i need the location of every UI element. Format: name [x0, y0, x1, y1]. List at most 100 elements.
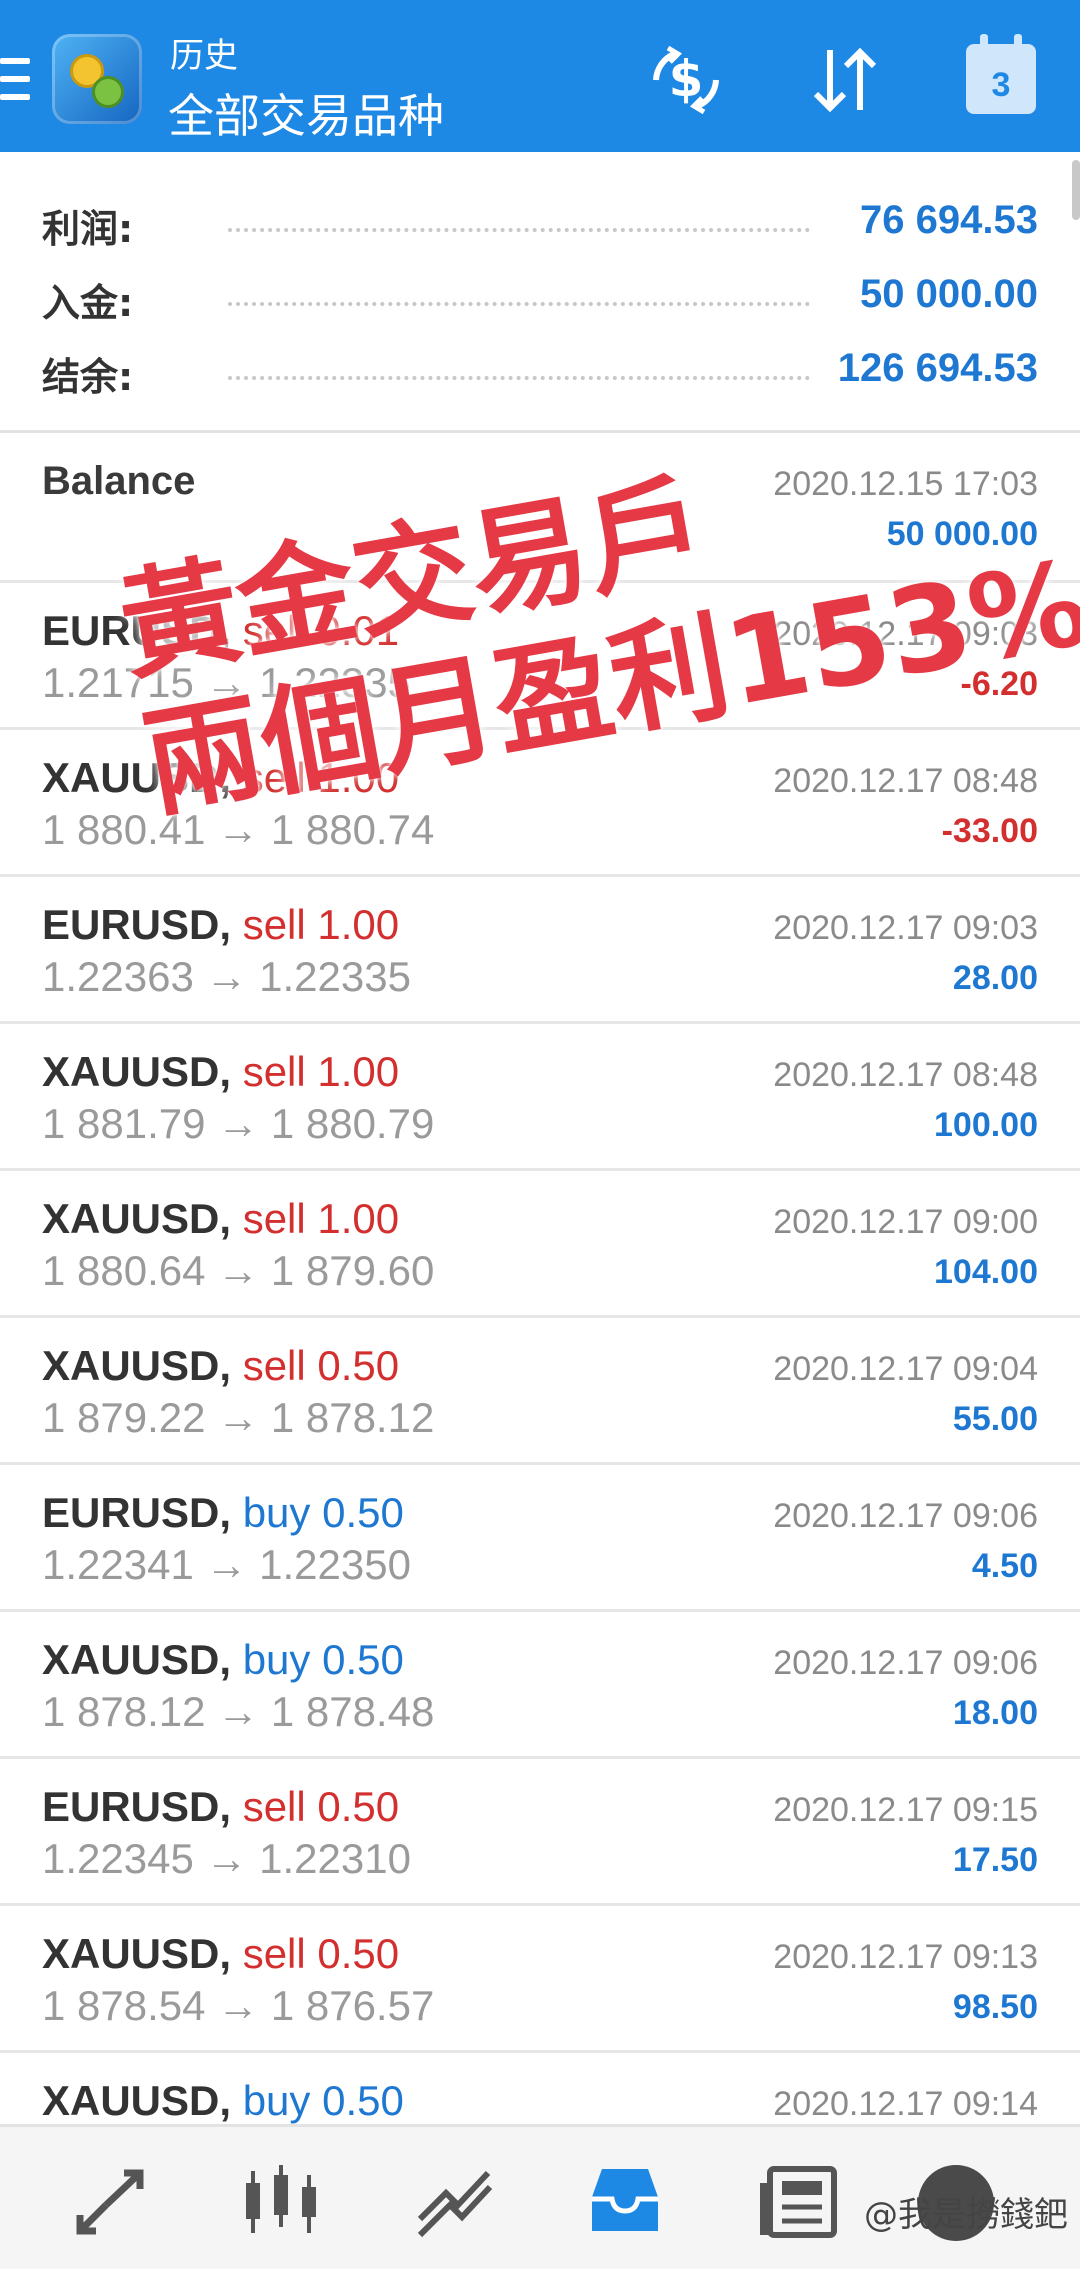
quotes-icon[interactable] [66, 2157, 156, 2247]
trade-symbol-text: EURUSD, [42, 901, 232, 948]
trade-profit: 17.50 [952, 1841, 1038, 1879]
trade-prices: 1 881.79 → 1 880.79 [42, 1100, 435, 1147]
dotted-leader [228, 302, 810, 306]
trade-list: EURUSD, sell 0.01 1.21715 → 1.22335 2020.1… [0, 580, 1080, 2197]
trade-prices: 1.22341 → 1.22350 [42, 1541, 411, 1588]
trade-prices: 1 878.54 → 1 876.57 [42, 1982, 435, 2029]
trade-datetime: 2020.12.17 09:04 [773, 1350, 1038, 1388]
trade-side: buy 0.50 [242, 2077, 404, 2124]
deposit-value: 50 000.00 [860, 272, 1038, 316]
trade-symbol-text: EURUSD, [42, 607, 232, 654]
summary-panel: 利润: 76 694.53 入金: 50 000.00 结余: 126 694.… [0, 152, 1080, 430]
trade-symbol: EURUSD, sell 0.50 [42, 1783, 399, 1831]
menu-icon[interactable] [0, 58, 30, 102]
trade-profit: 104.00 [934, 1253, 1038, 1291]
trade-row[interactable]: XAUUSD, sell 0.50 1 878.54 → 1 876.57 2020… [0, 1903, 1080, 2050]
app-header: 历史 全部交易品种 $ 3 [0, 0, 1080, 152]
trade-symbol-text: XAUUSD, [42, 1048, 232, 1095]
trade-profit: -6.20 [960, 665, 1039, 703]
trade-icon[interactable] [410, 2157, 500, 2247]
trade-symbol: EURUSD, sell 1.00 [42, 901, 399, 949]
trade-symbol: EURUSD, sell 0.01 [42, 607, 399, 655]
trade-prices: 1 878.12 → 1 878.48 [42, 1688, 435, 1735]
chart-icon[interactable] [236, 2157, 326, 2247]
trade-profit: 55.00 [952, 1400, 1038, 1438]
sort-icon[interactable] [804, 40, 884, 120]
currency-exchange-icon[interactable]: $ [646, 40, 726, 120]
trade-datetime: 2020.12.17 08:48 [773, 762, 1038, 800]
trade-row[interactable]: EURUSD, buy 0.50 1.22341 → 1.22350 2020.12… [0, 1462, 1080, 1609]
trade-prices: 1 879.22 → 1 878.12 [42, 1394, 435, 1441]
balance-entry-label: Balance [42, 459, 196, 503]
trade-row[interactable]: XAUUSD, sell 1.00 1 880.41 → 1 880.74 2020… [0, 727, 1080, 874]
trade-profit: -33.00 [941, 812, 1038, 850]
trade-symbol: XAUUSD, sell 0.50 [42, 1930, 399, 1978]
bottom-nav: @我是撈錢鈀 [0, 2124, 1080, 2269]
history-icon[interactable] [580, 2157, 670, 2247]
trade-side: sell 1.00 [242, 754, 400, 801]
profit-row: 利润: 76 694.53 [0, 192, 1080, 252]
trade-prices: 1.21715 → 1.22335 [42, 659, 411, 706]
trade-profit: 4.50 [971, 1547, 1038, 1585]
trade-symbol: EURUSD, buy 0.50 [42, 1489, 404, 1537]
trade-prices: 1 880.41 → 1 880.74 [42, 806, 435, 853]
balance-entry-amount: 50 000.00 [886, 515, 1038, 553]
trade-symbol-text: XAUUSD, [42, 1195, 232, 1242]
app-logo-icon [52, 34, 142, 124]
trade-datetime: 2020.12.17 09:03 [773, 615, 1038, 653]
trade-profit: 18.00 [952, 1694, 1038, 1732]
trade-row[interactable]: EURUSD, sell 0.50 1.22345 → 1.22310 2020.1… [0, 1756, 1080, 1903]
trade-datetime: 2020.12.17 08:48 [773, 1056, 1038, 1094]
header-title[interactable]: 全部交易品种 [168, 80, 444, 146]
dotted-leader [228, 376, 810, 380]
trade-symbol: XAUUSD, sell 0.50 [42, 1342, 399, 1390]
deposit-row: 入金: 50 000.00 [0, 266, 1080, 326]
balance-entry[interactable]: Balance 2020.12.15 17:03 50 000.00 [0, 433, 1080, 580]
dotted-leader [228, 228, 810, 232]
trade-row[interactable]: XAUUSD, buy 0.50 1 878.12 → 1 878.48 2020.… [0, 1609, 1080, 1756]
trade-profit: 100.00 [934, 1106, 1038, 1144]
watermark-text: @我是撈錢鈀 [864, 2195, 1068, 2235]
deposit-label: 入金: [42, 281, 134, 325]
trade-datetime: 2020.12.17 09:06 [773, 1497, 1038, 1535]
balance-summary-row: 结余: 126 694.53 [0, 340, 1080, 400]
trade-side: sell 0.50 [242, 1930, 400, 1977]
trade-symbol-text: XAUUSD, [42, 2077, 232, 2124]
trade-row[interactable]: XAUUSD, sell 0.50 1 879.22 → 1 878.12 2020… [0, 1315, 1080, 1462]
trade-symbol: XAUUSD, buy 0.50 [42, 1636, 404, 1684]
trade-symbol-text: EURUSD, [42, 1783, 232, 1830]
trade-symbol-text: XAUUSD, [42, 1636, 232, 1683]
trade-row[interactable]: EURUSD, sell 1.00 1.22363 → 1.22335 2020.1… [0, 874, 1080, 1021]
profit-label: 利润: [42, 207, 134, 251]
trade-row[interactable]: XAUUSD, sell 1.00 1 881.79 → 1 880.79 2020… [0, 1021, 1080, 1168]
trade-symbol: XAUUSD, sell 1.00 [42, 1195, 399, 1243]
trade-datetime: 2020.12.17 09:03 [773, 909, 1038, 947]
trade-side: sell 0.50 [242, 1342, 400, 1389]
trade-symbol: XAUUSD, buy 0.50 [42, 2077, 404, 2125]
trade-symbol: XAUUSD, sell 1.00 [42, 754, 399, 802]
trade-datetime: 2020.12.17 09:06 [773, 1644, 1038, 1682]
balance-value: 126 694.53 [837, 346, 1038, 390]
trade-side: sell 1.00 [242, 901, 400, 948]
trade-side: sell 1.00 [242, 1195, 400, 1242]
trade-symbol-text: XAUUSD, [42, 1930, 232, 1977]
trade-datetime: 2020.12.17 09:00 [773, 1203, 1038, 1241]
trade-side: buy 0.50 [242, 1489, 404, 1536]
news-icon[interactable] [756, 2157, 846, 2247]
calendar-icon[interactable]: 3 [966, 34, 1036, 114]
trade-side: sell 0.50 [242, 1783, 400, 1830]
balance-entry-datetime: 2020.12.15 17:03 [773, 465, 1038, 503]
trade-profit: 98.50 [952, 1988, 1038, 2026]
trade-row[interactable]: XAUUSD, sell 1.00 1 880.64 → 1 879.60 2020… [0, 1168, 1080, 1315]
trade-datetime: 2020.12.17 09:13 [773, 1938, 1038, 1976]
balance-label: 结余: [42, 355, 134, 399]
trade-side: sell 0.01 [242, 607, 400, 654]
trade-datetime: 2020.12.17 09:14 [773, 2085, 1038, 2123]
trade-row[interactable]: EURUSD, sell 0.01 1.21715 → 1.22335 2020.1… [0, 580, 1080, 727]
trade-prices: 1.22345 → 1.22310 [42, 1835, 411, 1882]
trade-side: sell 1.00 [242, 1048, 400, 1095]
profit-value: 76 694.53 [860, 198, 1038, 242]
trade-symbol-text: XAUUSD, [42, 1342, 232, 1389]
trade-symbol: XAUUSD, sell 1.00 [42, 1048, 399, 1096]
trade-side: buy 0.50 [242, 1636, 404, 1683]
